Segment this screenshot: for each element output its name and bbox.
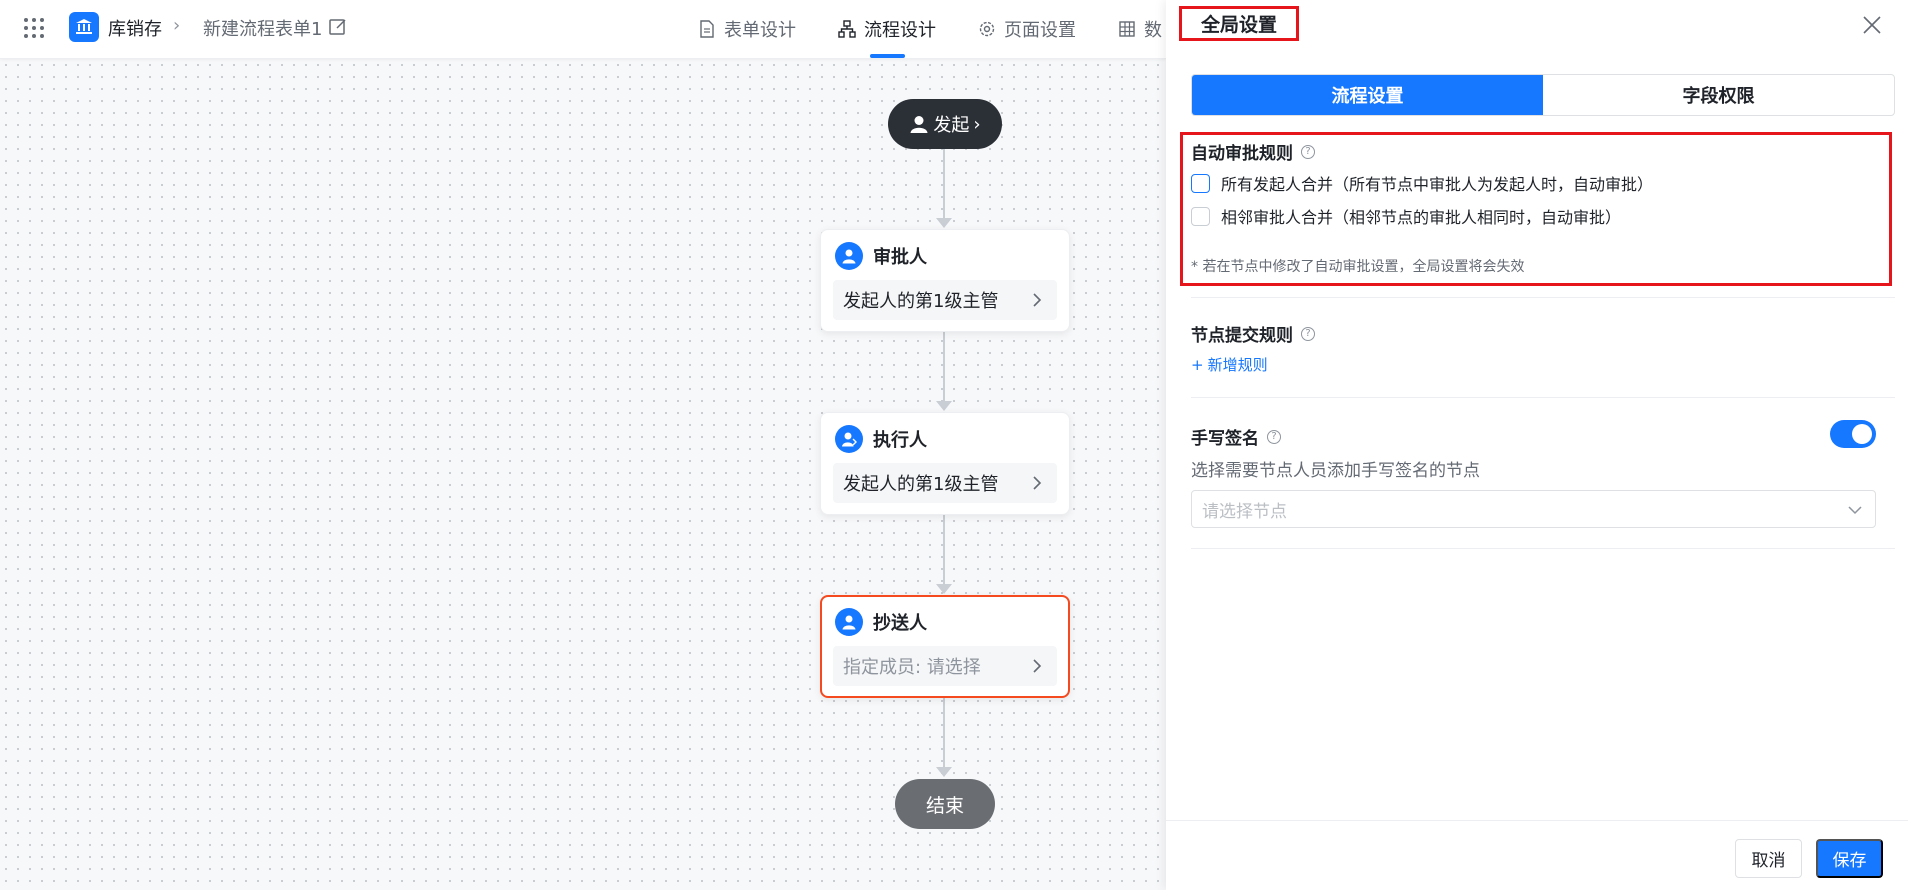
tab-flow-design[interactable]: 流程设计: [838, 14, 936, 44]
flow-connector: [943, 332, 945, 402]
checkbox[interactable]: [1191, 206, 1210, 226]
tab-label: 页面设置: [1004, 20, 1076, 41]
app-grid-icon[interactable]: [24, 18, 44, 38]
global-settings-panel: 全局设置 流程设置 字段权限 自动审批规则 ? 所有发起人合并（所有节点中审批人…: [1166, 0, 1908, 890]
chevron-right-icon: ›: [973, 113, 981, 135]
executor-node[interactable]: 执行人 发起人的第1级主管: [820, 412, 1070, 515]
option-label: 相邻审批人合并（相邻节点的审批人相同时，自动审批）: [1221, 208, 1622, 227]
auto-approve-note: * 若在节点中修改了自动审批设置，全局设置将会失效: [1191, 259, 1525, 275]
chevron-right-icon: [1033, 476, 1042, 490]
flow-arrow: [936, 584, 952, 594]
section-title-text: 手写签名: [1191, 429, 1259, 449]
close-icon[interactable]: [1861, 14, 1883, 36]
settings-segmented-control: 流程设置 字段权限: [1191, 74, 1895, 116]
footer-divider: [1166, 820, 1908, 821]
node-assignee-text: 指定成员: 请选择: [843, 657, 981, 678]
signature-section-title: 手写签名 ?: [1191, 424, 1281, 449]
node-assignee-text: 发起人的第1级主管: [843, 291, 999, 312]
auto-approve-section-title: 自动审批规则 ?: [1191, 139, 1315, 164]
user-icon: [910, 116, 928, 133]
edit-icon[interactable]: [328, 17, 348, 37]
merge-adjacent-option[interactable]: 相邻审批人合并（相邻节点的审批人相同时，自动审批）: [1191, 204, 1621, 228]
tab-label: 数: [1144, 20, 1162, 41]
checkbox[interactable]: [1191, 173, 1210, 193]
start-node[interactable]: 发起 ›: [888, 99, 1002, 149]
node-title: 执行人: [873, 430, 927, 451]
signature-toggle[interactable]: [1830, 420, 1876, 448]
table-icon: [1119, 21, 1135, 37]
node-assignee[interactable]: 指定成员: 请选择: [833, 646, 1057, 686]
flow-icon: [838, 20, 856, 38]
submit-rules-section-title: 节点提交规则 ?: [1191, 321, 1315, 346]
node-title: 审批人: [873, 247, 927, 268]
tab-label: 流程设计: [864, 20, 936, 41]
approver-icon: [835, 242, 863, 270]
plus-icon: +: [1191, 355, 1204, 374]
section-title-text: 节点提交规则: [1191, 326, 1293, 346]
flow-arrow: [936, 401, 952, 411]
select-placeholder: 请选择节点: [1202, 501, 1287, 522]
tab-page-settings[interactable]: 页面设置: [978, 14, 1076, 44]
flow-arrow: [936, 218, 952, 228]
option-label: 所有发起人合并（所有节点中审批人为发起人时，自动审批）: [1221, 175, 1654, 194]
tab-data[interactable]: 数: [1118, 14, 1162, 44]
end-node: 结束: [895, 779, 995, 829]
divider: [1191, 548, 1895, 549]
segment-flow-settings[interactable]: 流程设置: [1192, 75, 1543, 115]
node-title: 抄送人: [873, 613, 927, 634]
flow-connector: [943, 698, 945, 768]
node-assignee[interactable]: 发起人的第1级主管: [833, 463, 1057, 503]
chevron-right-icon: [1033, 293, 1042, 307]
gear-icon: [979, 21, 995, 37]
help-icon[interactable]: ?: [1267, 429, 1281, 444]
signature-description: 选择需要节点人员添加手写签名的节点: [1191, 461, 1480, 481]
executor-icon: [835, 425, 863, 453]
top-bar: 库销存 › 新建流程表单1 表单设计 流程设计 页面设置 数: [0, 0, 1166, 59]
chevron-down-icon: [1848, 506, 1862, 515]
add-rule-label: 新增规则: [1207, 356, 1268, 374]
form-name: 新建流程表单1: [203, 19, 323, 40]
bank-icon: [69, 12, 99, 42]
help-icon[interactable]: ?: [1301, 326, 1315, 341]
cc-icon: [835, 608, 863, 636]
end-node-label: 结束: [925, 794, 964, 817]
cc-node[interactable]: 抄送人 指定成员: 请选择: [820, 595, 1070, 698]
tab-form-design[interactable]: 表单设计: [698, 14, 796, 44]
flow-connector: [943, 149, 945, 219]
document-icon: [700, 20, 714, 38]
node-assignee-text: 发起人的第1级主管: [843, 474, 999, 495]
save-button[interactable]: 保存: [1816, 839, 1883, 878]
start-node-label: 发起: [933, 115, 970, 136]
panel-title: 全局设置: [1179, 6, 1299, 41]
signature-node-select[interactable]: 请选择节点: [1191, 490, 1876, 528]
node-assignee[interactable]: 发起人的第1级主管: [833, 280, 1057, 320]
app-name[interactable]: 库销存: [108, 15, 162, 41]
cancel-button[interactable]: 取消: [1735, 839, 1802, 878]
chevron-right-icon: [1033, 659, 1042, 673]
chevron-right-icon: ›: [173, 15, 181, 36]
approver-node[interactable]: 审批人 发起人的第1级主管: [820, 229, 1070, 332]
flow-connector: [943, 515, 945, 585]
add-rule-button[interactable]: + 新增规则: [1191, 354, 1268, 375]
tab-label: 表单设计: [724, 20, 796, 41]
segment-field-permissions[interactable]: 字段权限: [1543, 75, 1894, 115]
flow-arrow: [936, 767, 952, 777]
active-tab-indicator: [870, 54, 905, 58]
help-icon[interactable]: ?: [1301, 144, 1315, 159]
divider: [1191, 397, 1895, 398]
divider: [1191, 297, 1895, 298]
section-title-text: 自动审批规则: [1191, 144, 1293, 164]
merge-initiator-option[interactable]: 所有发起人合并（所有节点中审批人为发起人时，自动审批）: [1191, 171, 1653, 195]
